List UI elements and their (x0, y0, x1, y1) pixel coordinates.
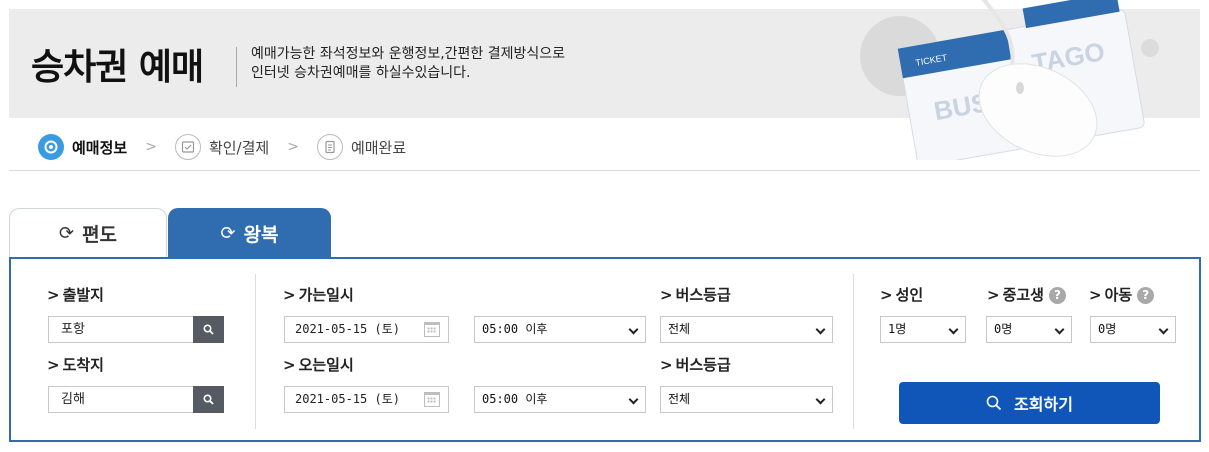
column-divider (853, 274, 854, 429)
chevron-down-icon (628, 324, 639, 335)
refresh-icon: ⟳ (58, 223, 75, 244)
location-pin-icon (38, 134, 64, 160)
tab-label: 왕복 (243, 223, 279, 246)
chevron-down-icon (948, 324, 959, 335)
arrival-input[interactable]: 김해 (48, 386, 224, 413)
return-datetime-label: > 오는일시 (283, 356, 354, 374)
bus-grade-label: > 버스등급 (660, 286, 731, 304)
page-description: 예매가능한 좌석정보와 운행정보,간편한 결제방식으로 인터넷 승차권예매를 하… (251, 46, 566, 81)
payment-check-icon (174, 134, 201, 160)
tab-roundtrip[interactable]: ⟳ 왕복 (168, 208, 331, 258)
child-count-select[interactable]: 0명 (1090, 316, 1176, 343)
step-label: 확인/결제 (208, 138, 270, 157)
search-icon (986, 395, 1002, 411)
search-button-label: 조회하기 (1014, 395, 1073, 414)
document-icon (316, 134, 343, 160)
ticket-mouse-illustration: TICKET BUS TAGO (860, 0, 1159, 160)
booking-steps: 예매정보 > 확인/결제 > 예매완료 (38, 133, 406, 161)
go-time-select[interactable]: 05:00 이후 (474, 316, 646, 343)
step-confirm-payment: 확인/결제 (174, 134, 270, 160)
departure-input[interactable]: 포항 (48, 316, 224, 343)
step-label: 예매정보 (72, 138, 128, 157)
chevron-down-icon (1158, 324, 1169, 335)
student-count-select[interactable]: 0명 (986, 316, 1072, 343)
step-booking-info: 예매정보 (38, 134, 127, 160)
divider (9, 170, 1200, 171)
page-title: 승차권 예매 (31, 47, 204, 88)
tab-label: 편도 (82, 224, 118, 246)
arrival-search-button[interactable] (193, 386, 224, 413)
column-divider (255, 274, 256, 429)
step-complete: 예매완료 (316, 134, 407, 160)
return-date-input[interactable]: 2021-05-15 (토) (284, 386, 449, 413)
search-button[interactable]: 조회하기 (899, 382, 1160, 424)
arrival-label: > 도착지 (47, 356, 104, 374)
help-icon[interactable]: ? (1048, 287, 1066, 304)
go-bus-grade-select[interactable]: 전체 (660, 316, 833, 343)
help-icon[interactable]: ? (1137, 287, 1155, 304)
return-time-select[interactable]: 05:00 이후 (474, 386, 646, 413)
step-label: 예매완료 (350, 138, 407, 157)
calendar-icon[interactable] (424, 322, 440, 337)
student-label: > 중고생? (987, 284, 1066, 305)
bus-grade-label: > 버스등급 (660, 356, 731, 374)
chevron-down-icon (815, 394, 826, 405)
chevron-down-icon (628, 394, 639, 405)
adult-label: > 성인 (880, 286, 924, 304)
adult-count-select[interactable]: 1명 (880, 316, 966, 343)
go-date-input[interactable]: 2021-05-15 (토) (284, 316, 449, 343)
calendar-icon[interactable] (424, 392, 440, 407)
chevron-right-icon: > (145, 139, 157, 155)
chevron-down-icon (815, 324, 826, 335)
refresh-icon: ⟳ (220, 222, 236, 244)
chevron-right-icon: > (287, 139, 299, 155)
tab-oneway[interactable]: ⟳ 편도 (9, 208, 167, 258)
child-label: > 아동? (1089, 284, 1155, 305)
search-form-panel: > 출발지 포항 > 도착지 김해 > 가는일시 2021-05-15 (토) 05:… (9, 257, 1201, 442)
search-icon (203, 394, 214, 405)
return-bus-grade-select[interactable]: 전체 (660, 386, 833, 413)
title-divider (236, 47, 237, 87)
departure-search-button[interactable] (193, 316, 224, 343)
departure-label: > 출발지 (47, 286, 104, 304)
search-icon (203, 324, 214, 335)
go-datetime-label: > 가는일시 (283, 286, 354, 304)
chevron-down-icon (1054, 324, 1065, 335)
